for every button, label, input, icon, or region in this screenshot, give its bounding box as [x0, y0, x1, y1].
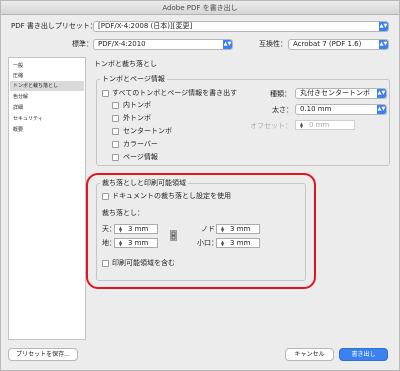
compat-label: 互換性：: [259, 40, 287, 48]
sidebar-item-security[interactable]: セキュリティ: [10, 114, 84, 124]
offset-value: 0 mm: [309, 121, 330, 129]
mark-weight-value: 0.10 mm: [300, 105, 332, 113]
offset-label: オフセット：: [250, 122, 292, 130]
cancel-button[interactable]: キャンセル: [285, 348, 334, 361]
sidebar-item-marks-bleeds[interactable]: トンボと裁ち落とし: [10, 81, 84, 91]
stepper-icon: ▲ ▼: [299, 121, 304, 129]
center-marks-label: センタートンボ: [123, 127, 172, 135]
standard-label: 標準：: [72, 40, 93, 48]
mark-type-select[interactable]: 丸付きセンタートンボ ▲▼: [295, 88, 387, 99]
preset-label: PDF 書き出しプリセット：: [11, 22, 97, 30]
all-marks-checkbox[interactable]: [102, 90, 109, 97]
crop-marks-checkbox[interactable]: [112, 102, 119, 109]
compat-select-value: Acrobat 7 (PDF 1.6): [293, 40, 362, 48]
save-preset-button[interactable]: プリセットを保存...: [8, 348, 78, 361]
compat-select[interactable]: Acrobat 7 (PDF 1.6) ▲▼: [288, 39, 389, 50]
outer-marks-checkbox[interactable]: [112, 115, 119, 122]
highlight-annotation: [86, 173, 316, 289]
pageinfo-label: ページ情報: [123, 153, 158, 161]
category-sidebar: 一般 圧縮 トンボと裁ち落とし 色分解 詳細 セキュリティ 概要: [8, 57, 86, 340]
sidebar-item-output[interactable]: 色分解: [10, 92, 84, 102]
preset-select[interactable]: [PDF/X-4:2008 (日本)][変更] ▲▼: [93, 21, 389, 32]
colorbar-checkbox[interactable]: [112, 141, 119, 148]
chevron-updown-icon: ▲▼: [377, 89, 386, 98]
window-title: Adobe PDF を書き出し: [1, 1, 399, 15]
crop-marks-label: 内トンボ: [123, 101, 151, 109]
mark-weight-label: 太さ：: [272, 106, 293, 114]
export-button[interactable]: 書き出し: [339, 348, 388, 361]
mark-type-label: 種類：: [270, 90, 291, 98]
mark-weight-select[interactable]: 0.10 mm ▲▼: [295, 104, 387, 115]
sidebar-item-compression[interactable]: 圧縮: [10, 71, 84, 81]
standard-select-value: PDF/X-4:2010: [98, 40, 146, 48]
mark-type-value: 丸付きセンタートンボ: [300, 89, 370, 97]
outer-marks-label: 外トンボ: [123, 114, 151, 122]
sidebar-item-general[interactable]: 一般: [10, 61, 84, 71]
export-dialog: Adobe PDF を書き出し PDF 書き出しプリセット： [PDF/X-4:…: [0, 0, 400, 371]
marks-group-title: トンボとページ情報: [100, 74, 167, 84]
offset-field[interactable]: ▲ ▼ 0 mm: [295, 120, 355, 130]
pageinfo-checkbox[interactable]: [112, 154, 119, 161]
colorbar-label: カラーバー: [123, 140, 158, 148]
center-marks-checkbox[interactable]: [112, 128, 119, 135]
sidebar-item-summary[interactable]: 概要: [10, 125, 84, 135]
chevron-updown-icon: ▲▼: [379, 22, 388, 31]
chevron-updown-icon: ▲▼: [223, 40, 232, 49]
all-marks-label: すべてのトンボとページ情報を書き出す: [112, 89, 238, 97]
chevron-updown-icon: ▲▼: [379, 40, 388, 49]
sidebar-item-advanced[interactable]: 詳細: [10, 103, 84, 113]
panel-title: トンボと裁ち落とし: [94, 60, 157, 68]
standard-select[interactable]: PDF/X-4:2010 ▲▼: [93, 39, 233, 50]
chevron-updown-icon: ▲▼: [377, 105, 386, 114]
preset-select-value: [PDF/X-4:2008 (日本)][変更]: [98, 22, 193, 30]
